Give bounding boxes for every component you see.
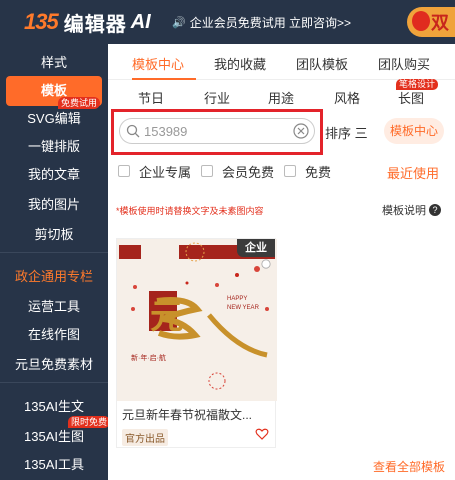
sidebar-item-ai-image[interactable]: 135AI生图 [0,426,108,445]
subtab-hot-tag: 笔格设计 [396,79,439,90]
member-free-checkbox[interactable] [201,165,214,177]
usage-notice: *模板使用时请替换文字及未素图内容 [116,206,264,216]
sidebar-item-svg[interactable]: SVG编辑 [0,108,108,127]
template-center-button[interactable]: 模板中心 [384,118,444,144]
sidebar-item-newyear[interactable]: 元旦免费素材 [0,354,108,373]
sidebar-item-my-images[interactable]: 我的图片 [0,194,108,213]
sidebar-item-clipboard[interactable]: 剪切板 [0,224,108,243]
logo-text: 编辑器 [63,13,127,36]
filter-member-free[interactable]: 会员免费 [201,162,274,181]
tab-team-purchase[interactable]: 团队购买 [378,54,430,73]
template-guide[interactable]: 模板说明 ? [382,202,441,218]
poster-main-char: 元 [150,297,184,337]
template-card[interactable]: 元 HAPPY NEW YEAR 新·年·启·航 企业 元旦新年春节祝福散文..… [116,238,277,448]
active-tab-indicator [132,78,196,80]
announcement-text: 企业会员免费试用 立即咨询>> [189,16,352,30]
official-tag: 官方出品 [122,429,168,446]
logo[interactable]: 135 编辑器 AI [24,8,151,36]
help-icon: ? [429,204,441,216]
recent-used-link[interactable]: 最近使用 [387,163,439,182]
enterprise-badge: 企业 [237,239,275,257]
template-guide-label: 模板说明 [382,205,426,217]
subtab-usage[interactable]: 用途 [268,88,294,107]
free-checkbox[interactable] [284,165,297,177]
tab-team-templates[interactable]: 团队模板 [296,54,348,73]
subtab-festival[interactable]: 节日 [138,88,164,107]
filter-free-label: 免费 [305,164,332,180]
limited-free-tag: 限时免费 [68,416,111,428]
search-field[interactable] [119,118,315,144]
logo-mark: 135 [24,9,59,34]
subtab-style[interactable]: 风格 [334,88,360,107]
content-panel: 模板中心 我的收藏 团队模板 团队购买 节日 行业 用途 风格 长图 笔格设计 … [108,44,455,480]
sidebar-divider [0,252,108,253]
main-tabs: 模板中心 我的收藏 团队模板 团队购买 [108,44,455,80]
sidebar-item-ops-tools[interactable]: 运营工具 [0,296,108,315]
top-bar: 135 编辑器 AI 🔊 企业会员免费试用 立即咨询>> 双 [0,0,455,44]
heart-icon[interactable] [255,427,269,441]
poster-english: HAPPY NEW YEAR [227,296,259,311]
filter-free[interactable]: 免费 [284,162,331,181]
view-all-templates-link[interactable]: 查看全部模板 [373,458,445,475]
sidebar-item-my-articles[interactable]: 我的文章 [0,164,108,183]
template-thumbnail[interactable]: 元 HAPPY NEW YEAR 新·年·启·航 [117,239,277,401]
filter-enterprise[interactable]: 企业专属 [118,162,191,181]
sort-button[interactable]: 排序 三 [325,123,368,142]
sidebar-item-styles[interactable]: 样式 [0,52,108,71]
poster-artwork [117,239,277,401]
tab-favorites[interactable]: 我的收藏 [214,54,266,73]
template-title[interactable]: 元旦新年春节祝福散文... [122,406,272,423]
filter-member-free-label: 会员免费 [222,164,275,180]
enterprise-checkbox[interactable] [118,165,130,177]
search-icon [126,124,140,138]
filter-row: 企业专属 会员免费 免费 [118,162,341,181]
sidebar-item-layout[interactable]: 一键排版 [0,136,108,155]
search-input[interactable] [144,122,284,140]
subtab-long-image[interactable]: 长图 [398,88,424,107]
sidebar-item-online-draw[interactable]: 在线作图 [0,324,108,343]
filter-enterprise-label: 企业专属 [139,164,192,180]
sidebar: 样式 模板 免费试用 SVG编辑 一键排版 我的文章 我的图片 剪切板 政企通用… [0,44,111,480]
sidebar-divider [0,382,108,383]
speaker-icon: 🔊 [172,17,186,29]
tab-template-center[interactable]: 模板中心 [132,54,184,73]
sidebar-item-gov[interactable]: 政企通用专栏 [0,266,108,285]
clear-icon[interactable] [293,123,309,139]
announcement[interactable]: 🔊 企业会员免费试用 立即咨询>> [172,14,351,31]
poster-subtitle: 新·年·启·航 [131,355,166,362]
card-preview-icon[interactable] [261,259,271,269]
logo-ai: AI [130,10,151,33]
subtab-industry[interactable]: 行业 [204,88,230,107]
lantern-icon [412,11,430,31]
sidebar-item-ai-text[interactable]: 135AI生文 [0,396,108,415]
sidebar-item-ai-tools[interactable]: 135AI工具 [0,454,108,473]
